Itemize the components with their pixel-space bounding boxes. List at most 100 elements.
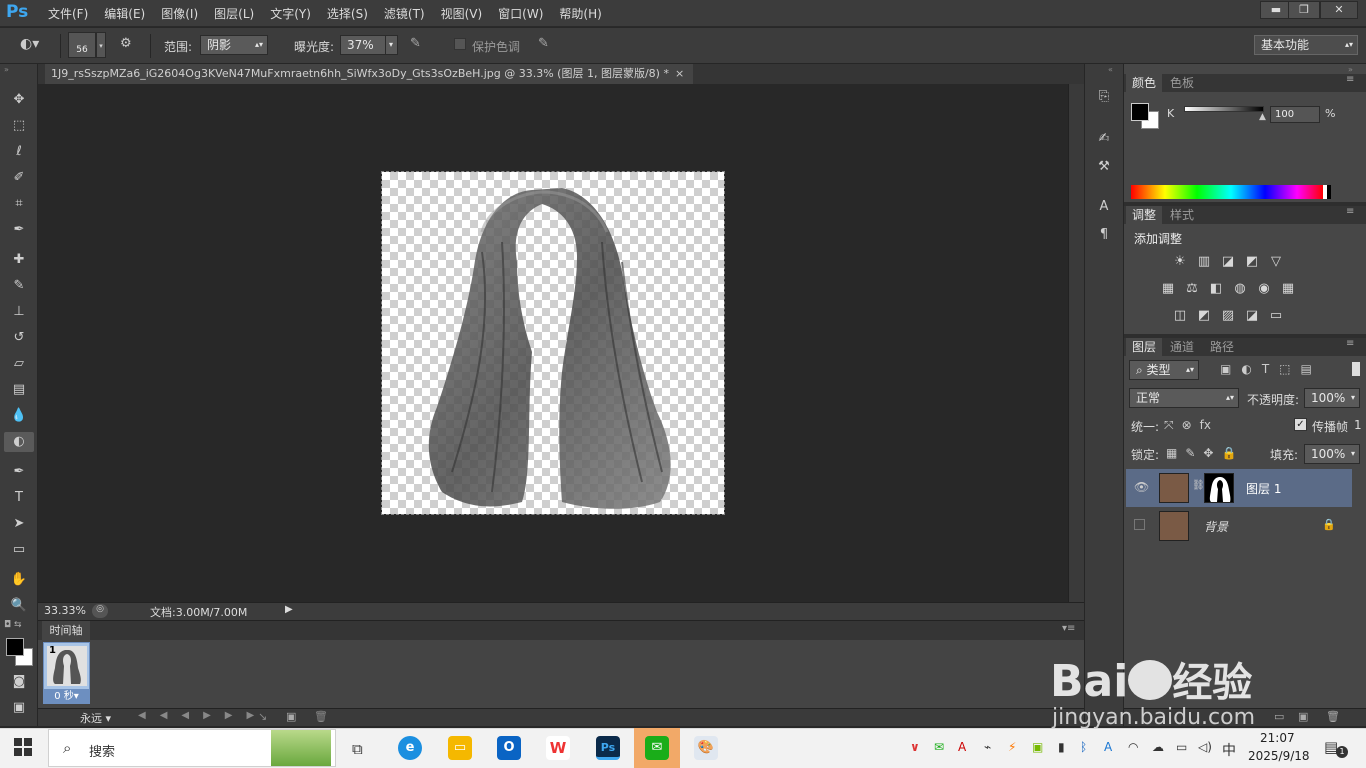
marquee-tool-icon[interactable]: ⬚ bbox=[8, 116, 30, 136]
color-lookup-icon[interactable]: ▦ bbox=[1280, 282, 1296, 296]
close-tab-icon[interactable]: × bbox=[675, 64, 684, 84]
k-value-input[interactable]: 100 bbox=[1270, 106, 1320, 123]
blur-tool-icon[interactable]: 💧 bbox=[8, 406, 30, 426]
paint-icon[interactable]: 🎨 bbox=[694, 736, 718, 760]
brush-dropdown-arrow[interactable]: ▾ bbox=[96, 32, 106, 58]
document-canvas[interactable] bbox=[381, 171, 725, 515]
nvidia-tray-icon[interactable]: ▣ bbox=[1032, 740, 1043, 754]
app-tray-icon[interactable]: ⚡ bbox=[1008, 740, 1016, 754]
layer-name[interactable]: 图层 1 bbox=[1246, 480, 1281, 497]
gradient-map-icon[interactable]: ▭ bbox=[1268, 309, 1284, 323]
menu-layer[interactable]: 图层(L) bbox=[206, 5, 262, 22]
tab-color[interactable]: 颜色 bbox=[1126, 74, 1163, 92]
lock-transparency-icon[interactable]: ▦ bbox=[1166, 446, 1177, 460]
smart-object-filter-icon[interactable]: ▤ bbox=[1301, 362, 1312, 376]
timeline-tab[interactable]: 时间轴 bbox=[42, 621, 90, 640]
history-panel-icon[interactable]: ⎘ bbox=[1092, 86, 1116, 108]
path-select-tool-icon[interactable]: ➤ bbox=[8, 514, 30, 534]
delete-frame-icon[interactable]: 🗑 bbox=[314, 710, 328, 723]
tab-styles[interactable]: 样式 bbox=[1164, 206, 1200, 224]
menu-edit[interactable]: 编辑(E) bbox=[96, 5, 153, 22]
duplicate-frame-icon[interactable]: ▣ bbox=[286, 710, 296, 723]
adjust-filter-icon[interactable]: ◐ bbox=[1241, 362, 1251, 376]
default-colors-icon[interactable]: ◘ ⇆ bbox=[4, 620, 22, 630]
unify-visibility-icon[interactable]: ⊗ bbox=[1182, 418, 1192, 433]
brush-tool-icon[interactable]: ✎ bbox=[8, 276, 30, 296]
visibility-toggle[interactable] bbox=[1134, 519, 1145, 530]
burn-tool-preset-icon[interactable]: ◐▾ bbox=[20, 36, 44, 54]
loop-select[interactable]: 永远 ▾ bbox=[80, 710, 111, 726]
eraser-tool-icon[interactable]: ▱ bbox=[8, 354, 30, 374]
healing-brush-tool-icon[interactable]: ✚ bbox=[8, 250, 30, 270]
tab-layers[interactable]: 图层 bbox=[1126, 338, 1163, 356]
shape-filter-icon[interactable]: ⬚ bbox=[1279, 362, 1290, 376]
brush-presets-icon[interactable]: ✍ bbox=[1092, 128, 1116, 150]
panel-menu-icon[interactable]: ≡ bbox=[1346, 206, 1354, 217]
wechat-tray-icon[interactable]: ✉ bbox=[934, 740, 944, 754]
channel-mixer-icon[interactable]: ◉ bbox=[1256, 282, 1272, 296]
opacity-input[interactable]: 100% ▾ bbox=[1304, 388, 1360, 408]
first-frame-icon[interactable]: ◀◀ bbox=[138, 710, 181, 721]
type-filter-icon[interactable]: T bbox=[1262, 362, 1269, 376]
type-tool-icon[interactable]: T bbox=[8, 488, 30, 508]
filter-toggle[interactable] bbox=[1352, 362, 1360, 376]
fill-input[interactable]: 100% ▾ bbox=[1304, 444, 1360, 464]
brush-size-picker[interactable]: 56 bbox=[68, 32, 96, 58]
lock-all-icon[interactable]: 🔒 bbox=[1221, 446, 1236, 460]
tab-swatches[interactable]: 色板 bbox=[1164, 74, 1200, 92]
wps-icon[interactable]: W bbox=[546, 736, 570, 760]
menu-file[interactable]: 文件(F) bbox=[40, 5, 96, 22]
zoom-level[interactable]: 33.33% bbox=[44, 604, 86, 617]
history-brush-tool-icon[interactable]: ↺ bbox=[8, 328, 30, 348]
menu-filter[interactable]: 滤镜(T) bbox=[376, 5, 433, 22]
eyedropper-tool-icon[interactable]: ✒ bbox=[8, 220, 30, 240]
tab-adjustments[interactable]: 调整 bbox=[1126, 206, 1163, 224]
zoom-tool-icon[interactable]: 🔍 bbox=[8, 596, 30, 616]
vertical-scrollbar[interactable] bbox=[1068, 84, 1084, 602]
volume-icon[interactable]: ◁) bbox=[1198, 740, 1212, 754]
posterize-icon[interactable]: ◩ bbox=[1196, 309, 1212, 323]
tab-paths[interactable]: 路径 bbox=[1204, 338, 1240, 356]
lock-pixels-icon[interactable]: ✎ bbox=[1185, 446, 1195, 460]
menu-view[interactable]: 视图(V) bbox=[433, 5, 491, 22]
photoshop-taskbar-icon[interactable]: Ps bbox=[596, 736, 620, 760]
pixel-filter-icon[interactable]: ▣ bbox=[1220, 362, 1231, 376]
eye-icon[interactable]: 👁 bbox=[1134, 480, 1149, 494]
taskbar-search[interactable]: ⌕ 搜索 bbox=[48, 729, 336, 767]
vpn-tray-icon[interactable]: ∨ bbox=[910, 740, 920, 754]
windows-start-icon[interactable] bbox=[14, 738, 32, 756]
character-panel-icon[interactable]: A bbox=[1092, 196, 1116, 218]
task-view-icon[interactable]: ⧉ bbox=[352, 740, 363, 758]
protect-tones-checkbox[interactable] bbox=[454, 38, 466, 50]
range-select[interactable]: 阴影 ▴▾ bbox=[200, 35, 268, 55]
hue-saturation-icon[interactable]: ▦ bbox=[1160, 282, 1176, 296]
levels-icon[interactable]: ▥ bbox=[1196, 255, 1212, 269]
clock-date[interactable]: 2025/9/18 bbox=[1248, 749, 1310, 763]
exposure-icon[interactable]: ◩ bbox=[1244, 255, 1260, 269]
exposure-input[interactable]: 37% ▾ bbox=[340, 35, 398, 55]
menu-type[interactable]: 文字(Y) bbox=[262, 5, 319, 22]
layer-row[interactable]: 背景 🔒 bbox=[1126, 507, 1352, 545]
crop-tool-icon[interactable]: ⌗ bbox=[8, 194, 30, 214]
menu-help[interactable]: 帮助(H) bbox=[551, 5, 609, 22]
selective-color-icon[interactable]: ◪ bbox=[1244, 309, 1260, 323]
propagate-frame-checkbox[interactable]: ✓ bbox=[1294, 418, 1307, 431]
panel-menu-icon[interactable]: ≡ bbox=[1346, 338, 1354, 349]
black-white-icon[interactable]: ◧ bbox=[1208, 282, 1224, 296]
close-button[interactable]: ✕ bbox=[1320, 1, 1358, 19]
hand-tool-icon[interactable]: ✋ bbox=[8, 570, 30, 590]
screen-mode-icon[interactable]: ▣ bbox=[8, 698, 30, 718]
document-tab[interactable]: 1J9_rsSszpMZa6_iG2604Og3KVeN47MuFxmraetn… bbox=[45, 64, 693, 84]
wifi-icon[interactable]: ◠ bbox=[1128, 740, 1138, 754]
tool-presets-icon[interactable]: ⚒ bbox=[1092, 156, 1116, 178]
unify-position-icon[interactable]: ⤧ bbox=[1164, 418, 1174, 433]
unify-style-icon[interactable]: fx bbox=[1200, 418, 1211, 433]
info-icon[interactable]: ◎ bbox=[92, 604, 108, 618]
paragraph-panel-icon[interactable]: ¶ bbox=[1092, 224, 1116, 246]
threshold-icon[interactable]: ▨ bbox=[1220, 309, 1236, 323]
quick-mask-icon[interactable]: ◙ bbox=[8, 672, 30, 692]
brightness-contrast-icon[interactable]: ☀ bbox=[1172, 255, 1188, 269]
panel-menu-icon[interactable]: ▾≡ bbox=[1062, 623, 1075, 634]
airbrush-icon[interactable]: ✎ bbox=[410, 36, 432, 54]
pressure-size-icon[interactable]: ✎ bbox=[538, 36, 560, 54]
